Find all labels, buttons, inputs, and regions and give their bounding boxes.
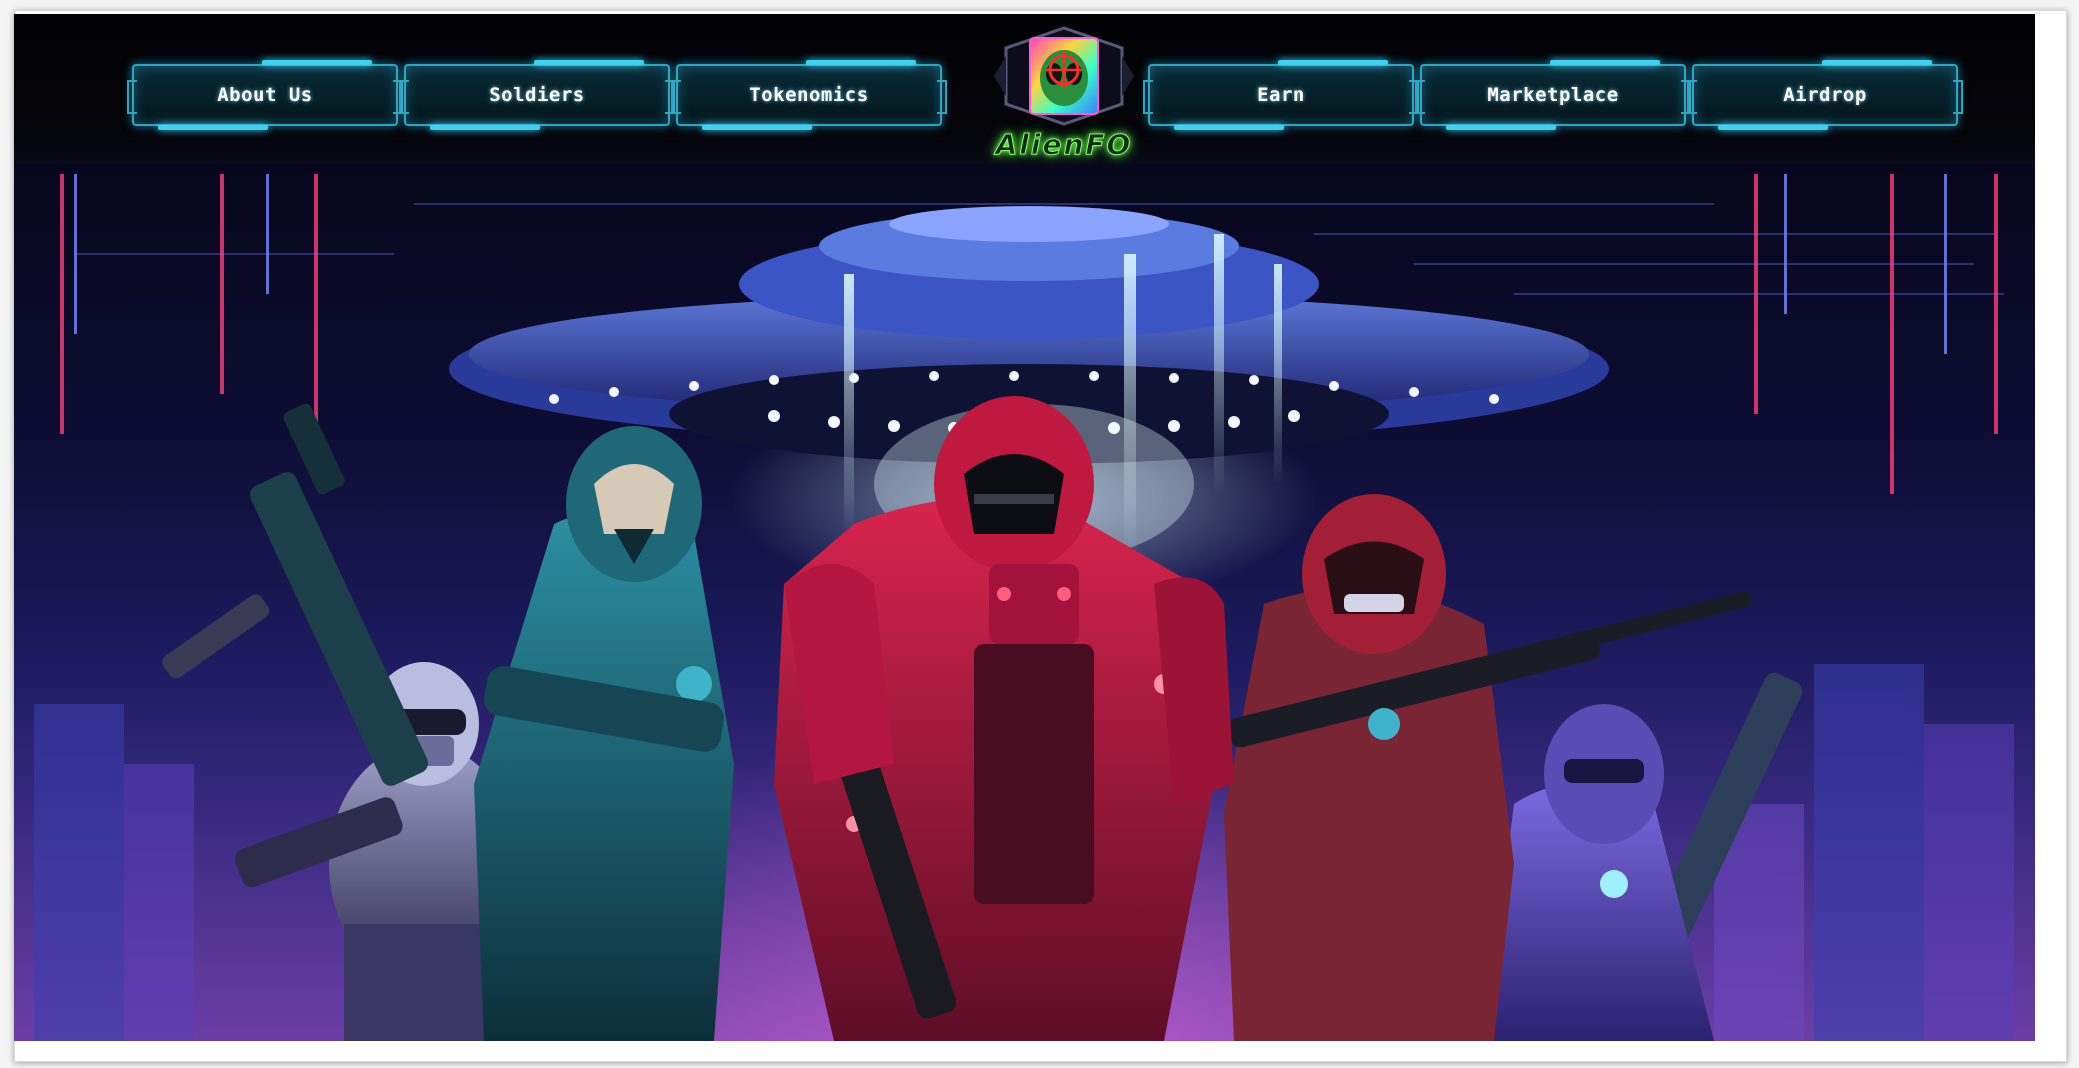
- nav-button-about-us[interactable]: About Us: [127, 60, 403, 130]
- nav-label: Earn: [1257, 84, 1305, 106]
- nav-label: Marketplace: [1487, 84, 1619, 106]
- nav-label: About Us: [217, 84, 313, 106]
- nav-label: Soldiers: [489, 84, 585, 106]
- nav-button-earn[interactable]: Earn: [1143, 60, 1419, 130]
- hero-section: [14, 164, 2035, 1041]
- nav-frame-decoration: [671, 80, 681, 114]
- nav-frame-decoration: [1415, 80, 1425, 114]
- logo-wordmark: AlienFO: [995, 128, 1133, 162]
- website-viewport: About Us Soldiers Tokenomics Earn Market…: [14, 14, 2035, 1041]
- nav-frame-decoration: [1953, 80, 1963, 114]
- soldiers-ufo-illustration: [34, 174, 2014, 1041]
- nav-button-tokenomics[interactable]: Tokenomics: [671, 60, 947, 130]
- nav-button-soldiers[interactable]: Soldiers: [399, 60, 675, 130]
- nav-button-marketplace[interactable]: Marketplace: [1415, 60, 1691, 130]
- nav-frame-decoration: [127, 80, 137, 114]
- nav-frame-decoration: [1687, 80, 1697, 114]
- alien-target-icon: [994, 26, 1134, 126]
- nav-frame-decoration: [937, 80, 947, 114]
- nav-label: Tokenomics: [749, 84, 869, 106]
- nav-frame-decoration: [399, 80, 409, 114]
- nav-button-airdrop[interactable]: Airdrop: [1687, 60, 1963, 130]
- site-logo[interactable]: AlienFO: [974, 22, 1154, 172]
- nav-label: Airdrop: [1783, 84, 1867, 106]
